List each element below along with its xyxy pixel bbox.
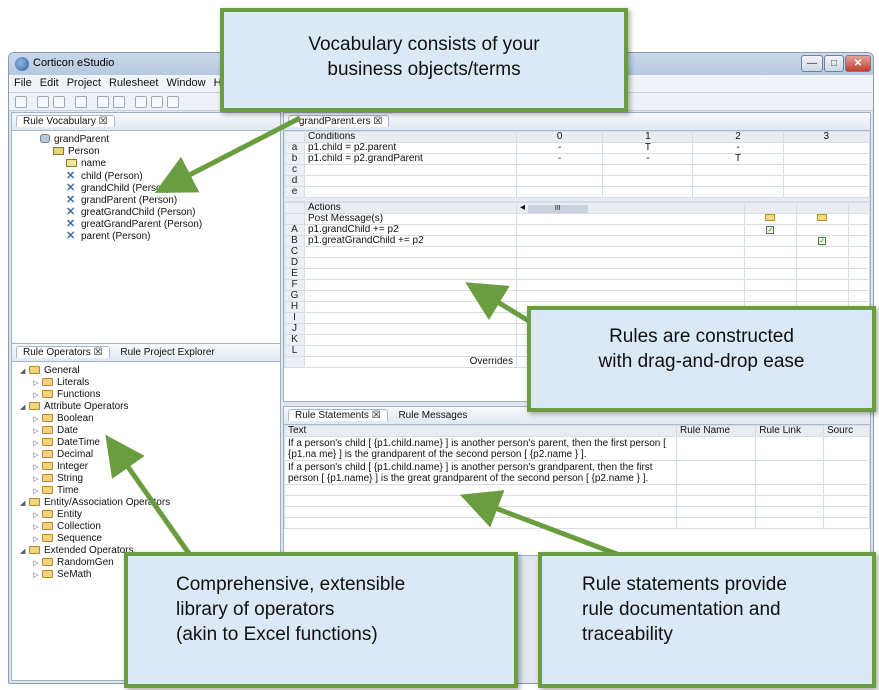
callout-rules: Rules are constructed with drag-and-drop… [527,306,876,412]
arrow-operators [105,434,193,557]
callout-operators: Comprehensive, extensible library of ope… [124,552,518,688]
callout-statements: Rule statements provide rule documentati… [538,552,876,688]
callout-vocabulary: Vocabulary consists of your business obj… [220,8,628,112]
arrow-vocabulary [154,115,302,193]
arrow-statements [459,490,623,559]
